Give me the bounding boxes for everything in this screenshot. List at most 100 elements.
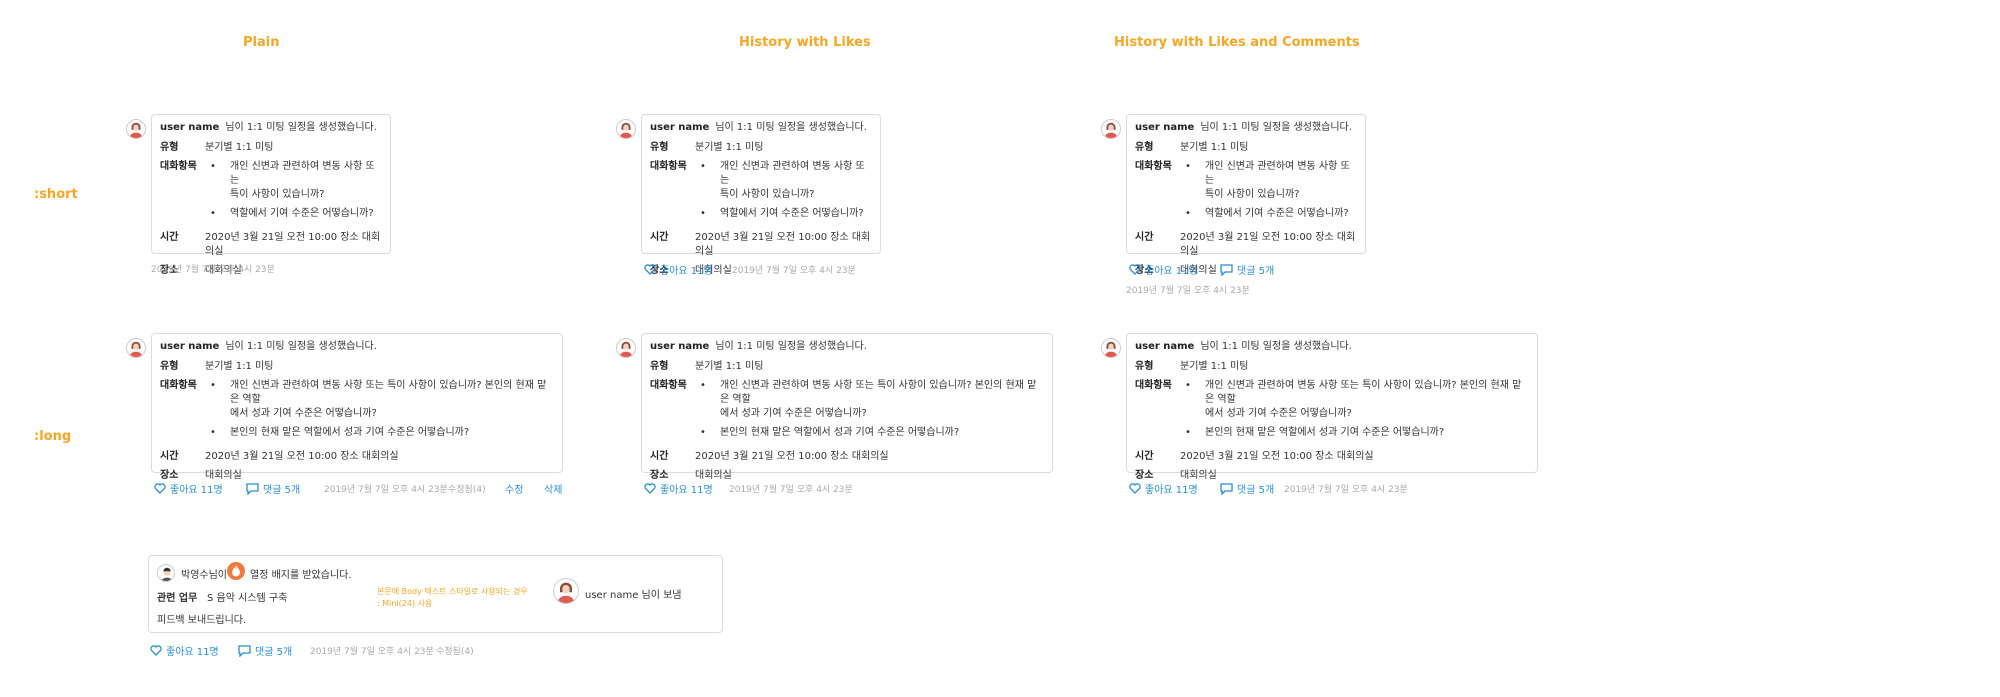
like-button[interactable]: 좋아요 11명: [1129, 481, 1198, 496]
row-label-long: :long: [34, 429, 72, 444]
comment-icon: [1220, 482, 1233, 495]
badge-text: 열정 배지를 받았습니다.: [250, 570, 352, 581]
comment-icon: [1220, 263, 1233, 276]
user-name[interactable]: user name: [1135, 122, 1194, 133]
user-name[interactable]: user name: [160, 341, 219, 352]
badge-user[interactable]: 박영수님이: [181, 566, 227, 581]
user-name[interactable]: user name: [650, 122, 709, 133]
comment-count: 댓글 5개: [1237, 485, 1275, 496]
topics-list: 개인 신변과 관련하여 변동 사항 또는 특이 사항이 있습니까? 역할에서 기…: [205, 160, 382, 226]
delete-button[interactable]: 삭제: [544, 481, 562, 496]
meeting-card[interactable]: user name 님이 1:1 미팅 일정을 생성했습니다. 유형 분기별 1:1…: [151, 333, 563, 481]
column-title-plain: Plain: [243, 35, 280, 50]
style-note-line: 본문에 Body 텍스트 스타일로 사용되는 경우: [377, 587, 528, 596]
avatar[interactable]: [126, 119, 146, 139]
type-label: 유형: [160, 142, 179, 153]
topic-item: 본인의 현재 맡은 역할에서 성과 기여 수준은 어떻습니까?: [695, 426, 1044, 440]
topic-item: 개인 신변과 관련하여 변동 사항 또는 특이 사항이 있습니까?: [695, 160, 872, 202]
meeting-card[interactable]: user name 님이 1:1 미팅 일정을 생성했습니다. 유형 분기별 1:1…: [1126, 114, 1366, 276]
heart-icon: [644, 483, 656, 494]
like-button[interactable]: 좋아요 11명: [644, 262, 713, 277]
topics-list: 개인 신변과 관련하여 변동 사항 또는 특이 사항이 있습니까? 본인의 현재…: [695, 379, 1044, 445]
timestamp: 2019년 7월 7일 오후 4시 23분: [151, 265, 275, 275]
edited-indicator: 수정됨(4): [448, 485, 486, 495]
sender-text[interactable]: user name 님이 보냄: [585, 586, 682, 601]
card-header-text: 님이 1:1 미팅 일정을 생성했습니다.: [225, 341, 377, 352]
sender-avatar[interactable]: [553, 578, 579, 604]
style-note: 본문에 Body 텍스트 스타일로 사용되는 경우 : Mini(24) 사용: [377, 586, 528, 610]
time-label: 시간: [650, 232, 669, 243]
like-count: 좋아요 11명: [166, 647, 219, 658]
card-header-text: 님이 1:1 미팅 일정을 생성했습니다.: [1200, 122, 1352, 133]
related-value: S 음악 시스템 구축: [207, 593, 288, 604]
time-label: 시간: [160, 232, 179, 243]
comment-button[interactable]: 댓글 5개: [1220, 481, 1274, 496]
feedback-text: 피드백 보내드립니다.: [157, 615, 247, 626]
avatar[interactable]: [126, 338, 146, 358]
meeting-card[interactable]: user name 님이 1:1 미팅 일정을 생성했습니다. 유형 분기별 1:1…: [1126, 333, 1538, 481]
timestamp: 2019년 7월 7일 오후 4시 23분: [732, 266, 856, 276]
meeting-card[interactable]: user name 님이 1:1 미팅 일정을 생성했습니다. 유형 분기별 1:1…: [151, 114, 391, 276]
like-button[interactable]: 좋아요 11명: [150, 643, 219, 658]
topics-label: 대화항목: [160, 161, 197, 172]
topics-list: 개인 신변과 관련하여 변동 사항 또는 특이 사항이 있습니까? 본인의 현재…: [205, 379, 554, 445]
like-button[interactable]: 좋아요 11명: [1129, 262, 1198, 277]
like-count: 좋아요 11명: [1145, 485, 1198, 496]
type-value: 분기별 1:1 미팅: [205, 142, 274, 153]
edit-button[interactable]: 수정: [505, 481, 523, 496]
timestamp: 2019년 7월 7일 오후 4시 23분: [1284, 485, 1408, 495]
topics-label: 대화항목: [650, 161, 687, 172]
meeting-card[interactable]: user name 님이 1:1 미팅 일정을 생성했습니다. 유형 분기별 1:1…: [641, 333, 1053, 481]
topics-list: 개인 신변과 관련하여 변동 사항 또는 특이 사항이 있습니까? 본인의 현재…: [1180, 379, 1529, 445]
type-label: 유형: [1135, 142, 1154, 153]
type-value: 분기별 1:1 미팅: [695, 361, 764, 372]
type-label: 유형: [650, 361, 669, 372]
topic-item: 개인 신변과 관련하여 변동 사항 또는 특이 사항이 있습니까?: [1180, 160, 1357, 202]
heart-icon: [644, 264, 656, 275]
topics-label: 대화항목: [1135, 161, 1172, 172]
avatar[interactable]: [616, 338, 636, 358]
column-title-likes: History with Likes: [739, 35, 871, 50]
avatar[interactable]: [1101, 119, 1121, 139]
avatar[interactable]: [1101, 338, 1121, 358]
comment-count: 댓글 5개: [1237, 266, 1275, 277]
topic-item: 개인 신변과 관련하여 변동 사항 또는 특이 사항이 있습니까? 본인의 현재…: [205, 379, 554, 421]
time-value: 2020년 3월 21일 오전 10:00 장소 대회의실: [695, 451, 889, 462]
badge-card[interactable]: 박영수님이 열정 배지를 받았습니다. 관련 업무 S 음악 시스템 구축 피드…: [148, 555, 723, 633]
card-header-text: 님이 1:1 미팅 일정을 생성했습니다.: [715, 341, 867, 352]
meeting-card[interactable]: user name 님이 1:1 미팅 일정을 생성했습니다. 유형 분기별 1:1…: [641, 114, 881, 276]
comment-count: 댓글 5개: [255, 647, 293, 658]
user-name[interactable]: user name: [1135, 341, 1194, 352]
topics-list: 개인 신변과 관련하여 변동 사항 또는 특이 사항이 있습니까? 역할에서 기…: [695, 160, 872, 226]
card-header-text: 님이 1:1 미팅 일정을 생성했습니다.: [225, 122, 377, 133]
topics-list: 개인 신변과 관련하여 변동 사항 또는 특이 사항이 있습니까? 역할에서 기…: [1180, 160, 1357, 226]
time-value: 2020년 3월 21일 오전 10:00 장소 대회의실: [205, 232, 381, 257]
heart-icon: [1129, 483, 1141, 494]
like-button[interactable]: 좋아요 11명: [644, 481, 713, 496]
topic-item: 역할에서 기여 수준은 어떻습니까?: [205, 207, 382, 221]
topics-label: 대화항목: [1135, 380, 1172, 391]
avatar[interactable]: [157, 564, 175, 582]
comment-button[interactable]: 댓글 5개: [238, 643, 292, 658]
topic-item: 개인 신변과 관련하여 변동 사항 또는 특이 사항이 있습니까? 본인의 현재…: [1180, 379, 1529, 421]
timestamp: 2019년 7월 7일 오후 4시 23분: [1126, 286, 1250, 296]
topic-item: 개인 신변과 관련하여 변동 사항 또는 특이 사항이 있습니까? 본인의 현재…: [695, 379, 1044, 421]
user-name[interactable]: user name: [160, 122, 219, 133]
comment-button[interactable]: 댓글 5개: [1220, 262, 1274, 277]
row-label-short: :short: [34, 187, 78, 202]
like-count: 좋아요 11명: [1145, 266, 1198, 277]
topics-label: 대화항목: [160, 380, 197, 391]
type-value: 분기별 1:1 미팅: [695, 142, 764, 153]
card-header-text: 님이 1:1 미팅 일정을 생성했습니다.: [715, 122, 867, 133]
type-value: 분기별 1:1 미팅: [1180, 142, 1249, 153]
time-label: 시간: [160, 451, 179, 462]
type-label: 유형: [650, 142, 669, 153]
time-value: 2020년 3월 21일 오전 10:00 장소 대회의실: [1180, 232, 1356, 257]
comment-button[interactable]: 댓글 5개: [246, 481, 300, 496]
topic-item: 역할에서 기여 수준은 어떻습니까?: [695, 207, 872, 221]
like-button[interactable]: 좋아요 11명: [154, 481, 223, 496]
avatar[interactable]: [616, 119, 636, 139]
comment-icon: [246, 482, 259, 495]
user-name[interactable]: user name: [650, 341, 709, 352]
timestamp: 2019년 7월 7일 오후 4시 23분: [324, 485, 448, 495]
